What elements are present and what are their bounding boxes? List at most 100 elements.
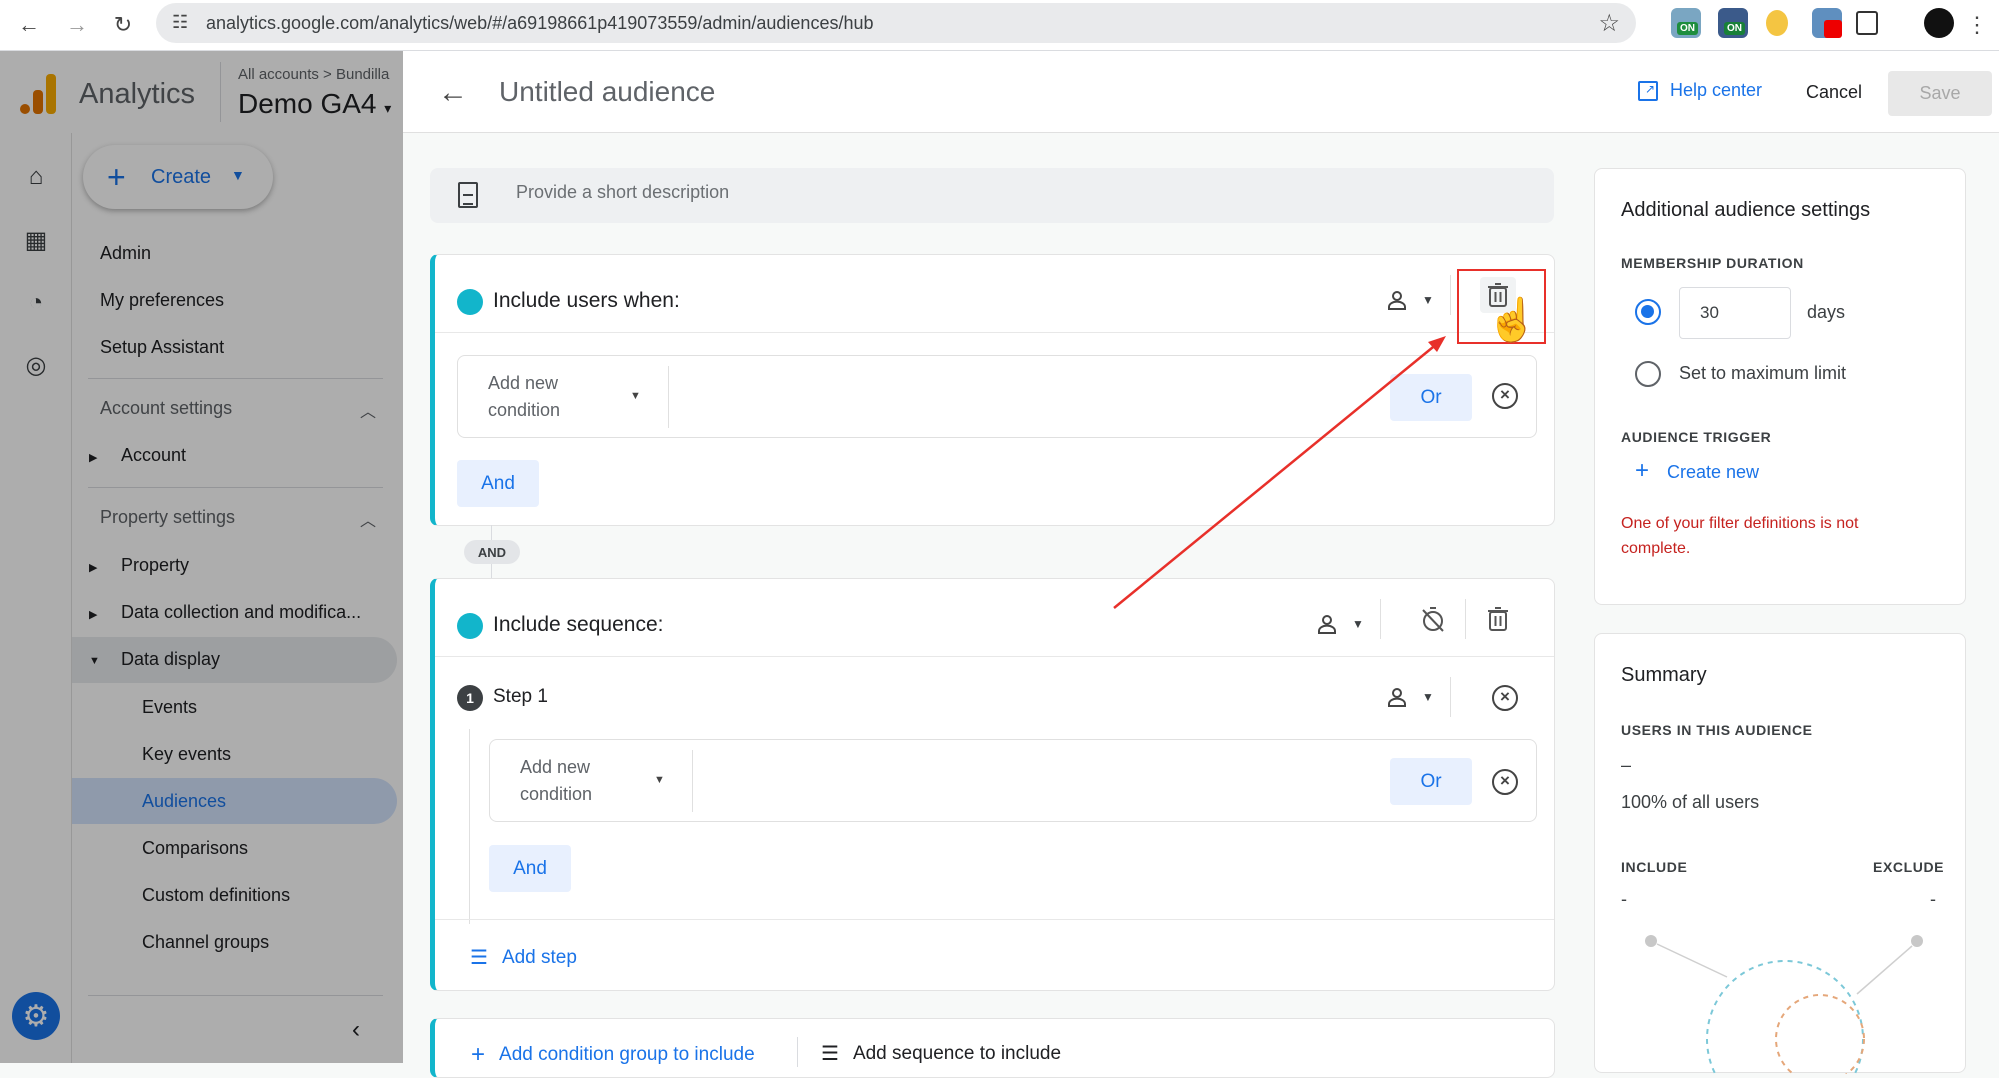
delete-sequence-button[interactable] xyxy=(1480,601,1516,637)
or-button[interactable]: Or xyxy=(1390,758,1472,805)
sidebar-item-admin[interactable]: Admin xyxy=(100,243,151,264)
create-label: Create xyxy=(151,166,212,188)
users-count-value: – xyxy=(1621,755,1632,775)
description-input[interactable] xyxy=(516,182,1416,203)
forward-arrow-icon[interactable]: → xyxy=(60,8,94,42)
add-step-button[interactable]: ☰ Add step xyxy=(470,945,577,970)
include-sequence-card: Include sequence: ▼ 1 Step 1 ▼ × Add new… xyxy=(430,578,1555,991)
person-scope-icon[interactable] xyxy=(1315,612,1339,636)
extension-badge: ON xyxy=(1724,22,1745,35)
create-trigger-link[interactable]: Create new xyxy=(1667,462,1759,483)
step-connector-line xyxy=(469,729,470,924)
step-divider xyxy=(1450,677,1451,717)
sidebar-item-account[interactable]: Account xyxy=(121,445,186,466)
or-button[interactable]: Or xyxy=(1390,374,1472,421)
create-button[interactable]: + Create ▼ xyxy=(83,145,273,209)
card-divider xyxy=(435,919,1554,920)
app-name: Analytics xyxy=(79,78,196,110)
description-field[interactable] xyxy=(430,168,1554,223)
max-limit-radio[interactable] xyxy=(1635,361,1661,387)
percent-of-users-text: 100% of all users xyxy=(1621,792,1760,812)
chevron-up-icon[interactable]: ︿ xyxy=(360,507,376,531)
exclude-leader-line xyxy=(1856,945,1913,995)
breadcrumb[interactable]: All accounts > Bundilla xyxy=(238,66,403,83)
extension-duck-icon[interactable] xyxy=(1766,10,1788,36)
extension-badge: ON xyxy=(1677,22,1698,35)
sidebar-item-events[interactable]: Events xyxy=(142,697,197,718)
add-condition-dropdown[interactable]: Add new condition xyxy=(520,754,630,808)
max-limit-label[interactable]: Set to maximum limit xyxy=(1679,363,1846,384)
explore-icon[interactable]: ◔ xyxy=(22,289,50,317)
duration-days-input[interactable] xyxy=(1679,287,1791,339)
plus-icon[interactable]: + xyxy=(1635,457,1649,485)
sidebar-item-channel-groups[interactable]: Channel groups xyxy=(142,932,269,953)
caret-down-icon[interactable]: ▼ xyxy=(630,390,641,402)
sidebar-item-property[interactable]: Property xyxy=(121,555,189,576)
admin-settings-gear-icon[interactable]: ⚙ xyxy=(12,992,60,1040)
validation-error-text: One of your filter definitions is not co… xyxy=(1621,515,1859,557)
caret-down-icon: ▼ xyxy=(89,655,100,667)
extension-1-icon[interactable]: ON xyxy=(1671,8,1701,38)
reload-icon[interactable]: ↻ xyxy=(106,8,140,42)
and-button[interactable]: And xyxy=(489,845,571,892)
remove-condition-icon[interactable]: × xyxy=(1492,769,1518,795)
person-scope-icon[interactable] xyxy=(1385,288,1409,312)
sidebar-section-account-settings[interactable]: Account settings xyxy=(100,398,232,419)
chevron-up-icon[interactable]: ︿ xyxy=(360,398,376,422)
reports-icon[interactable]: ▦ xyxy=(22,226,50,254)
list-numbered-icon: ☰ xyxy=(821,1043,839,1065)
sidebar-item-key-events[interactable]: Key events xyxy=(142,744,231,765)
person-scope-icon[interactable] xyxy=(1385,685,1409,709)
caret-down-icon[interactable]: ▼ xyxy=(1422,293,1434,307)
home-icon[interactable]: ⌂ xyxy=(22,163,50,191)
header-divider xyxy=(220,62,221,122)
sidebar-divider xyxy=(88,487,383,488)
help-center-link[interactable]: ↗ Help center xyxy=(1638,80,1762,101)
advertising-icon[interactable]: ◎ xyxy=(22,351,50,379)
caret-down-icon[interactable]: ▼ xyxy=(1422,690,1434,704)
sidebar-item-data-display[interactable]: Data display xyxy=(121,649,220,670)
sidebar-section-property-settings[interactable]: Property settings xyxy=(100,507,235,528)
sidebar-item-comparisons[interactable]: Comparisons xyxy=(142,838,248,859)
caret-right-icon: ▶ xyxy=(89,452,98,464)
header-divider xyxy=(1450,275,1451,315)
caret-down-icon[interactable]: ▼ xyxy=(1352,617,1364,631)
extension-2-icon[interactable]: ON xyxy=(1718,8,1748,38)
add-condition-group-button[interactable]: + Add condition group to include xyxy=(471,1041,755,1069)
remove-step-icon[interactable]: × xyxy=(1492,685,1518,711)
sidebar-item-my-preferences[interactable]: My preferences xyxy=(100,290,224,311)
summary-card: Summary USERS IN THIS AUDIENCE – 100% of… xyxy=(1594,633,1966,1074)
sidebar-item-custom-definitions[interactable]: Custom definitions xyxy=(142,885,290,906)
collapse-sidebar-icon[interactable]: ‹ xyxy=(352,1016,360,1044)
include-users-title: Include users when: xyxy=(493,289,680,312)
summary-title: Summary xyxy=(1621,664,1707,686)
back-arrow-icon[interactable]: ← xyxy=(12,8,46,42)
caret-right-icon: ▶ xyxy=(89,609,98,621)
bookmark-star-icon[interactable]: ☆ xyxy=(1598,9,1620,38)
sidebar-item-audiences[interactable]: Audiences xyxy=(142,791,226,812)
add-condition-dropdown[interactable]: Add new condition xyxy=(488,370,598,424)
time-constraint-button[interactable] xyxy=(1415,601,1451,637)
profile-avatar[interactable] xyxy=(1924,8,1954,38)
sidebar-item-data-collection[interactable]: Data collection and modifica... xyxy=(121,602,361,623)
and-button[interactable]: And xyxy=(457,460,539,507)
remove-condition-icon[interactable]: × xyxy=(1492,383,1518,409)
sidebar-item-setup-assistant[interactable]: Setup Assistant xyxy=(100,337,224,358)
url-text[interactable]: analytics.google.com/analytics/web/#/a69… xyxy=(206,13,874,34)
duration-days-radio[interactable] xyxy=(1635,299,1661,325)
site-settings-icon[interactable]: ☷ xyxy=(172,12,188,33)
header-divider xyxy=(1380,599,1381,639)
more-menu-icon[interactable]: ⋮ xyxy=(1960,8,1994,42)
add-sequence-button[interactable]: ☰ Add sequence to include xyxy=(821,1041,1061,1066)
extension-4-icon[interactable] xyxy=(1812,8,1842,38)
address-bar[interactable]: ☷ analytics.google.com/analytics/web/#/a… xyxy=(156,3,1636,43)
property-selector[interactable]: Demo GA4 ▾ xyxy=(238,88,391,120)
exclude-circle xyxy=(1775,994,1865,1074)
add-step-label: Add step xyxy=(501,946,577,968)
save-button[interactable]: Save xyxy=(1888,71,1992,116)
extensions-puzzle-icon[interactable] xyxy=(1856,11,1878,35)
cancel-button[interactable]: Cancel xyxy=(1806,82,1862,103)
back-arrow-button[interactable]: ← xyxy=(438,76,468,110)
open-in-new-icon: ↗ xyxy=(1638,80,1658,101)
caret-down-icon[interactable]: ▼ xyxy=(654,774,665,786)
